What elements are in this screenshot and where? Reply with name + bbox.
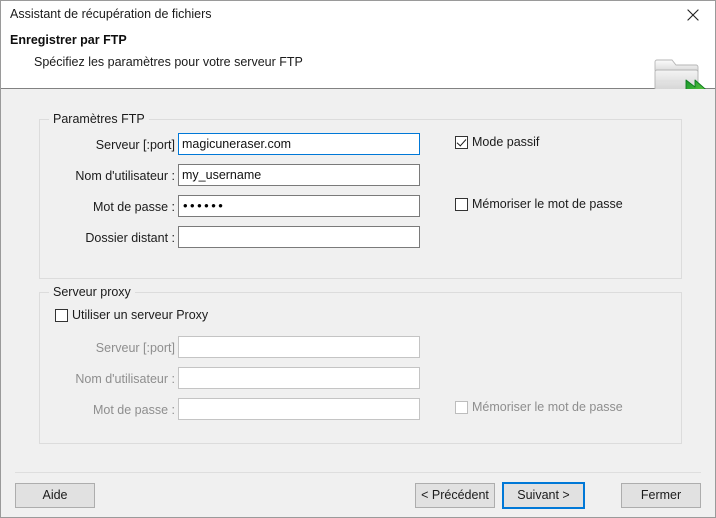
use-proxy-checkbox-row[interactable]: Utiliser un serveur Proxy xyxy=(55,308,208,322)
ftp-group-legend: Paramètres FTP xyxy=(49,112,149,126)
proxy-password-input[interactable] xyxy=(178,398,420,420)
page-subtitle: Spécifiez les paramètres pour votre serv… xyxy=(34,55,303,69)
help-button[interactable]: Aide xyxy=(15,483,95,508)
ftp-password-input[interactable]: •••••• xyxy=(178,195,420,217)
proxy-username-input[interactable] xyxy=(178,367,420,389)
proxy-remember-password-checkbox-row[interactable]: Mémoriser le mot de passe xyxy=(455,400,623,414)
close-dialog-button[interactable]: Fermer xyxy=(621,483,701,508)
proxy-group-legend: Serveur proxy xyxy=(49,285,135,299)
footer-bar: Aide < Précédent Suivant > Fermer xyxy=(1,469,715,517)
dialog-window: Assistant de récupération de fichiers En… xyxy=(0,0,716,518)
proxy-settings-group: Serveur proxy Utiliser un serveur Proxy … xyxy=(39,285,682,444)
proxy-server-label: Serveur [:port] xyxy=(95,341,175,355)
proxy-remember-password-checkbox[interactable] xyxy=(455,400,468,414)
content-area: Paramètres FTP Serveur [:port] Nom d'uti… xyxy=(1,89,715,469)
title-bar: Assistant de récupération de fichiers xyxy=(1,1,715,28)
remember-password-checkbox-row[interactable]: Mémoriser le mot de passe xyxy=(455,197,623,211)
use-proxy-checkbox[interactable] xyxy=(55,308,68,322)
close-button[interactable] xyxy=(670,1,715,27)
ftp-server-input[interactable] xyxy=(178,133,420,155)
ftp-username-input[interactable] xyxy=(178,164,420,186)
ftp-username-label: Nom d'utilisateur : xyxy=(75,169,175,183)
footer-separator xyxy=(15,472,701,473)
proxy-password-label: Mot de passe : xyxy=(93,403,175,417)
proxy-server-input[interactable] xyxy=(178,336,420,358)
header-band: Enregistrer par FTP Spécifiez les paramè… xyxy=(1,28,715,104)
next-button[interactable]: Suivant > xyxy=(502,482,585,509)
ftp-remote-folder-input[interactable] xyxy=(178,226,420,248)
passive-mode-checkbox-row[interactable]: Mode passif xyxy=(455,135,539,149)
remember-password-label: Mémoriser le mot de passe xyxy=(472,197,623,211)
passive-mode-label: Mode passif xyxy=(472,135,540,149)
page-title: Enregistrer par FTP xyxy=(10,33,127,47)
ftp-server-label: Serveur [:port] xyxy=(95,138,175,152)
previous-button[interactable]: < Précédent xyxy=(415,483,495,508)
remember-password-checkbox[interactable] xyxy=(455,197,468,211)
passive-mode-checkbox[interactable] xyxy=(455,135,468,149)
close-icon xyxy=(687,9,699,21)
ftp-password-label: Mot de passe : xyxy=(93,200,175,214)
use-proxy-label: Utiliser un serveur Proxy xyxy=(72,308,209,322)
proxy-username-label: Nom d'utilisateur : xyxy=(75,372,175,386)
window-title: Assistant de récupération de fichiers xyxy=(10,7,212,21)
proxy-remember-password-label: Mémoriser le mot de passe xyxy=(472,400,623,414)
ftp-settings-group: Paramètres FTP Serveur [:port] Nom d'uti… xyxy=(39,112,682,279)
ftp-remote-folder-label: Dossier distant : xyxy=(85,231,175,245)
